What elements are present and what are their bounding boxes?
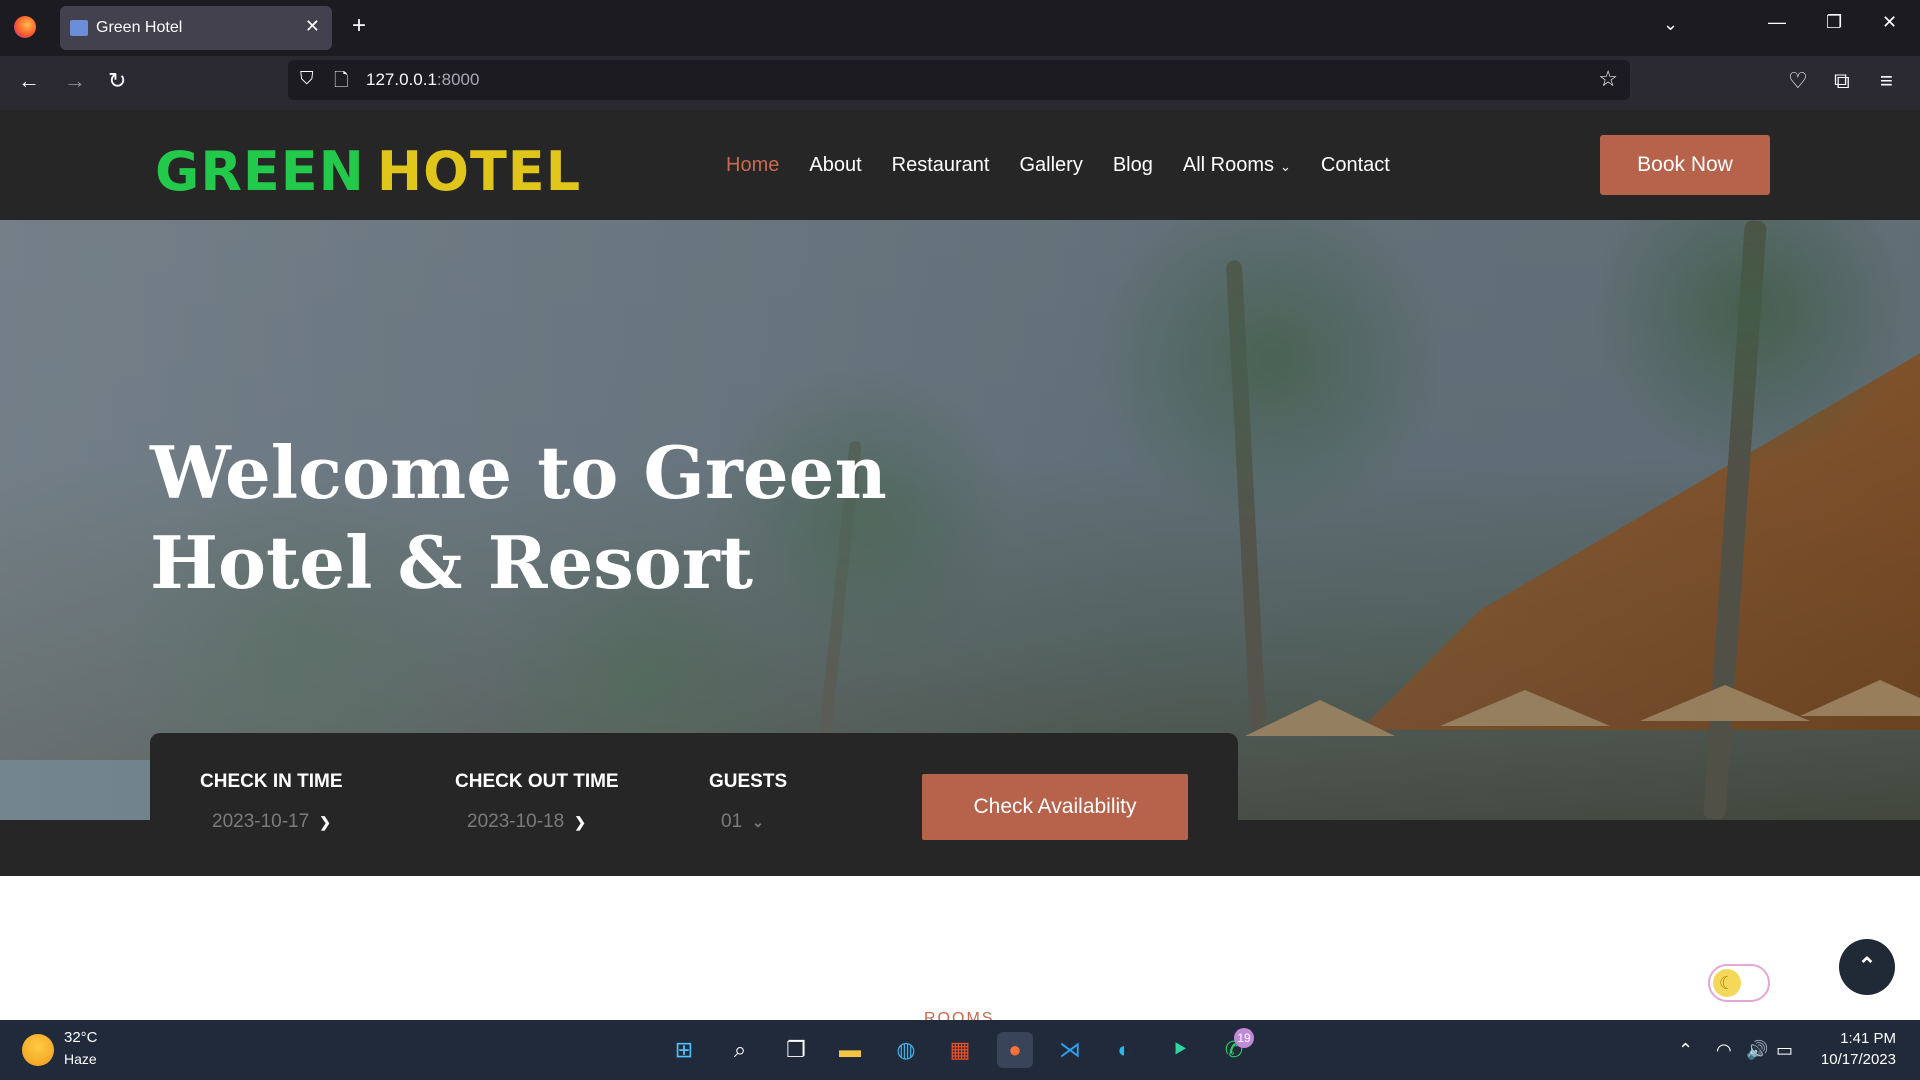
chevron-down-icon: ❯: [319, 814, 331, 830]
file-explorer-icon[interactable]: ▬: [832, 1032, 868, 1068]
hero-title: Welcome to Green Hotel & Resort: [150, 430, 887, 605]
nav-blog[interactable]: Blog: [1113, 154, 1153, 177]
nav-about[interactable]: About: [809, 154, 861, 177]
extensions-icon[interactable]: ⧉: [1834, 68, 1850, 94]
whatsapp-badge: 19: [1234, 1028, 1254, 1048]
book-now-button[interactable]: Book Now: [1600, 135, 1770, 195]
edge-icon[interactable]: ◍: [888, 1032, 924, 1068]
firefox-icon[interactable]: ●: [997, 1032, 1033, 1068]
site-logo[interactable]: GREEN HOTEL: [155, 140, 581, 203]
nav-home[interactable]: Home: [726, 154, 779, 177]
pocket-icon[interactable]: ♡: [1788, 68, 1808, 94]
menu-hamburger-icon[interactable]: ≡: [1880, 68, 1893, 94]
dark-mode-toggle[interactable]: ☾: [1708, 964, 1770, 1002]
close-window-icon[interactable]: ✕: [1882, 12, 1897, 33]
nav-restaurant[interactable]: Restaurant: [892, 154, 990, 177]
page-icon[interactable]: 🗋: [334, 68, 348, 98]
check-in-field: CHECK IN TIME 2023-10-17 ❯: [200, 771, 343, 833]
store-icon[interactable]: ▦: [942, 1032, 978, 1068]
check-out-select[interactable]: 2023-10-18 ❯: [467, 811, 619, 833]
search-icon[interactable]: ⌕: [722, 1032, 758, 1068]
list-tabs-chevron-icon[interactable]: ⌄: [1663, 14, 1678, 35]
check-in-label: CHECK IN TIME: [200, 771, 343, 792]
clock-date[interactable]: 10/17/2023: [1810, 1051, 1896, 1068]
nav-all-rooms[interactable]: All Rooms ⌄: [1183, 154, 1291, 177]
task-view-icon[interactable]: ❐: [778, 1032, 814, 1068]
shield-icon[interactable]: ⛉: [300, 68, 314, 89]
forward-icon[interactable]: →: [64, 68, 86, 94]
check-out-label: CHECK OUT TIME: [455, 771, 619, 792]
reload-icon[interactable]: ↻: [108, 68, 126, 94]
clock-time[interactable]: 1:41 PM: [1830, 1030, 1896, 1047]
wifi-icon[interactable]: ◠: [1716, 1040, 1732, 1061]
weather-desc[interactable]: Haze: [64, 1051, 97, 1067]
chevron-down-icon: ❯: [574, 814, 586, 830]
browser-tab[interactable]: Green Hotel ✕: [60, 6, 332, 50]
close-tab-icon[interactable]: ✕: [305, 16, 320, 37]
guests-field: GUESTS 01 ⌄: [709, 771, 787, 833]
guests-label: GUESTS: [709, 771, 788, 792]
main-nav: Home About Restaurant Gallery Blog All R…: [726, 154, 1390, 177]
tab-title: Green Hotel: [96, 19, 183, 36]
check-in-select[interactable]: 2023-10-17 ❯: [212, 811, 343, 833]
restore-icon[interactable]: ❐: [1826, 12, 1842, 33]
back-icon[interactable]: ←: [18, 68, 40, 94]
site-header: GREEN HOTEL Home About Restaurant Gallery…: [0, 110, 1920, 220]
check-out-field: CHECK OUT TIME 2023-10-18 ❯: [455, 771, 619, 833]
start-windows-icon[interactable]: ⊞: [666, 1032, 702, 1068]
browser-toolbar: ← → ↻ ⛉ 🗋 127.0.0.1:8000 ☆ ♡ ⧉ ≡: [0, 56, 1920, 110]
bookmark-star-icon[interactable]: ☆: [1598, 66, 1618, 92]
firefox-logo-icon[interactable]: [14, 16, 36, 38]
check-availability-button[interactable]: Check Availability: [922, 774, 1188, 840]
scroll-to-top-button[interactable]: ⌃: [1839, 939, 1895, 995]
nav-gallery[interactable]: Gallery: [1019, 154, 1082, 177]
browser-tab-strip: Green Hotel ✕ + ⌄ — ❐ ✕: [0, 0, 1920, 56]
battery-icon[interactable]: ▭: [1776, 1040, 1793, 1061]
minimize-icon[interactable]: —: [1768, 12, 1786, 33]
terminal-icon[interactable]: ⯈: [1162, 1032, 1198, 1068]
chevron-down-icon: ⌄: [752, 814, 764, 830]
weather-sun-icon[interactable]: [22, 1034, 54, 1066]
chevron-up-icon[interactable]: ⌃: [1678, 1040, 1693, 1061]
chevron-down-icon: ⌄: [1280, 159, 1291, 174]
vscode-icon[interactable]: ⋊: [1052, 1032, 1088, 1068]
moon-icon: ☾: [1713, 969, 1741, 997]
hotel-favicon-icon: [70, 20, 88, 36]
guests-select[interactable]: 01 ⌄: [721, 811, 787, 833]
url-text[interactable]: 127.0.0.1:8000: [366, 70, 479, 90]
address-bar[interactable]: ⛉ 🗋 127.0.0.1:8000 ☆: [288, 60, 1630, 100]
weather-temp[interactable]: 32°C: [64, 1029, 98, 1046]
volume-icon[interactable]: 🔊: [1746, 1040, 1768, 1061]
new-tab-icon[interactable]: +: [352, 12, 366, 40]
nav-contact[interactable]: Contact: [1321, 154, 1390, 177]
hero-section: Welcome to Green Hotel & Resort: [0, 220, 1920, 820]
app-icon[interactable]: ◐: [1106, 1032, 1142, 1068]
windows-taskbar: 32°C Haze ⊞ ⌕ ❐ ▬ ◍ ▦ ● ⋊ ◐ ⯈ ✆ 19 ⌃ ◠ 🔊…: [0, 1020, 1920, 1080]
booking-form: CHECK IN TIME 2023-10-17 ❯ CHECK OUT TIME…: [150, 733, 1238, 876]
